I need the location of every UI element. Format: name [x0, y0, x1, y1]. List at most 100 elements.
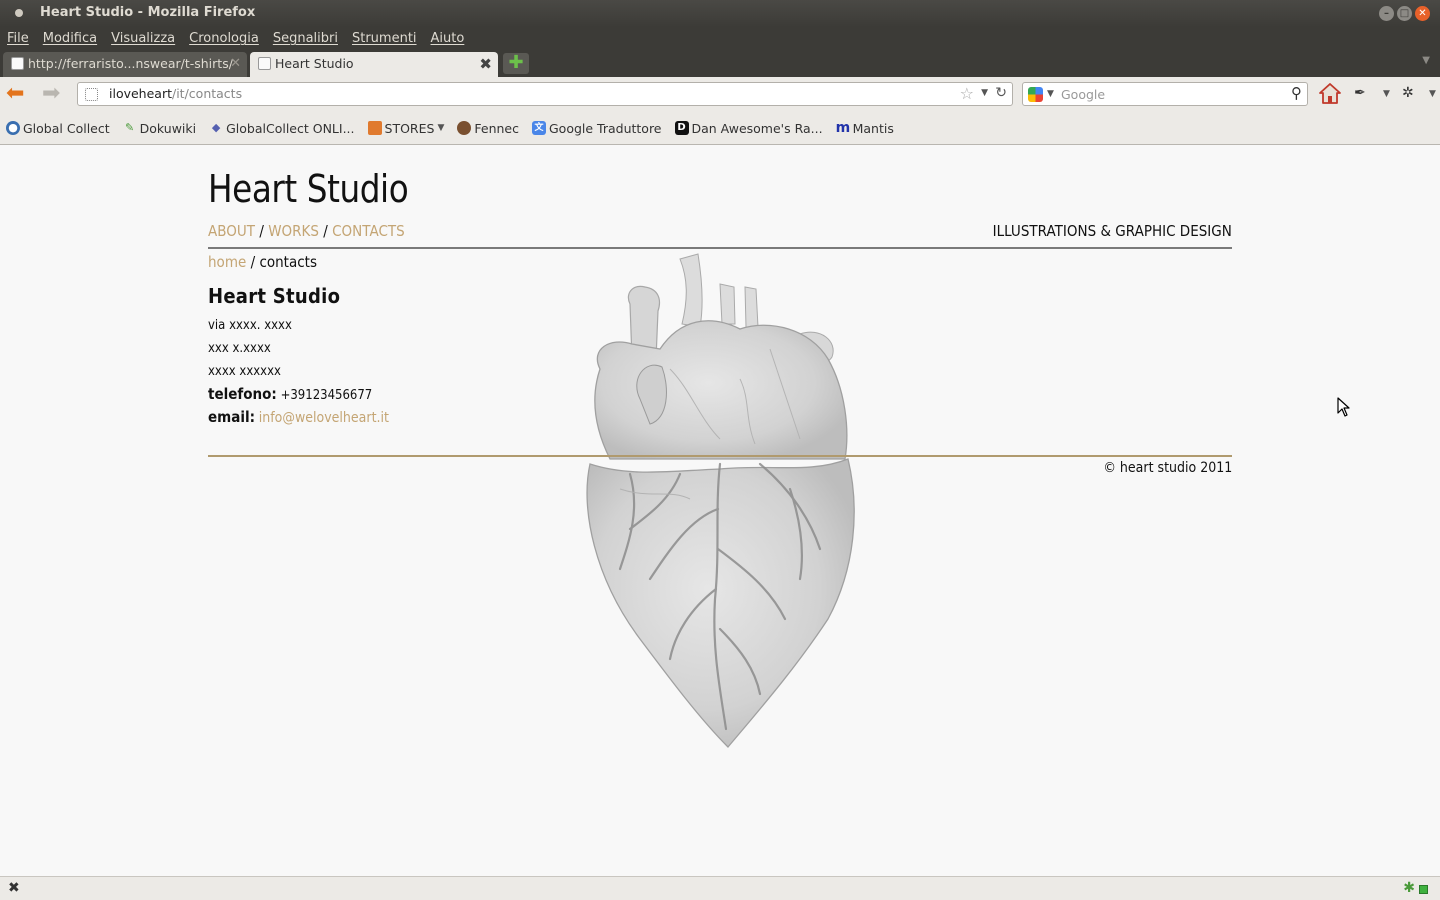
bookmark-fennec[interactable]: Fennec [457, 121, 519, 136]
mantis-icon: m [835, 120, 851, 136]
site-title[interactable]: Heart Studio [208, 167, 409, 211]
addon-tool-dropdown-icon[interactable]: ▼ [1383, 89, 1390, 99]
list-all-tabs-icon[interactable]: ▼ [1422, 55, 1430, 66]
menu-strumenti[interactable]: Strumenti [352, 31, 417, 46]
tab-bar: http://ferraristo...nswear/t-shirts/ ✕ H… [0, 50, 1440, 77]
bookmark-label: Dan Awesome's Ra... [691, 120, 823, 136]
bookmarks-toolbar: ● Global Collect ✎ Dokuwiki ◆ GlobalCollect… [0, 112, 1440, 145]
bookmark-global-collect[interactable]: ● Global Collect [6, 121, 110, 136]
tab-close-icon[interactable]: ✖ [479, 52, 492, 76]
page-favicon-icon [258, 57, 271, 70]
contact-address-line: xxxx xxxxxx [208, 364, 281, 379]
reload-icon[interactable]: ↻ [995, 85, 1007, 101]
addon-extension-dropdown-icon[interactable]: ▼ [1429, 89, 1436, 99]
breadcrumb-separator: / [250, 253, 256, 271]
tab-heart-studio[interactable]: Heart Studio ✖ [250, 52, 498, 77]
menu-cronologia[interactable]: Cronologia [189, 31, 259, 46]
google-engine-icon[interactable] [1028, 87, 1043, 102]
page-favicon-icon [11, 57, 24, 70]
tab-close-icon[interactable]: ✕ [230, 52, 241, 76]
navigation-toolbar: ⬅ ➡ iloveheart/it/contacts ☆ ▼ ↻ ▼ Googl… [0, 77, 1440, 112]
tab-label: http://ferraristo...nswear/t-shirts/ [28, 56, 233, 71]
bookmark-folder-stores[interactable]: STORES ▼ [367, 120, 444, 136]
menu-bar: File Modifica Visualizza Cronologia Segn… [0, 27, 1440, 50]
bookmark-label: GlobalCollect ONLI... [226, 120, 355, 136]
bookmark-label: Google Traduttore [548, 120, 662, 136]
url-text[interactable]: iloveheart/it/contacts [109, 86, 242, 101]
menu-modifica[interactable]: Modifica [43, 31, 97, 46]
status-indicator-icon[interactable] [1419, 885, 1428, 894]
bookmark-dan-awesome[interactable]: D Dan Awesome's Ra... [674, 120, 823, 136]
maximize-icon[interactable]: □ [1397, 6, 1412, 21]
history-dropdown-icon[interactable]: ▼ [981, 88, 988, 98]
tab-tshirts[interactable]: http://ferraristo...nswear/t-shirts/ ✕ [3, 52, 247, 77]
phone-value: +39123456677 [280, 388, 373, 403]
nav-contacts-link[interactable]: CONTACTS [332, 222, 405, 240]
email-label: email: [208, 408, 255, 426]
nav-works-link[interactable]: WORKS [268, 222, 319, 240]
menu-visualizza[interactable]: Visualizza [111, 31, 175, 46]
new-tab-button[interactable]: ✚ [503, 53, 529, 74]
anatomical-heart-illustration [586, 253, 855, 748]
search-bar[interactable]: ▼ Google ⚲ [1022, 82, 1308, 106]
contact-address-line: xxx x.xxxx [208, 341, 271, 356]
breadcrumb-current: contacts [259, 253, 317, 271]
phone-label: telefono: [208, 385, 277, 403]
back-arrow-icon[interactable]: ⬅ [6, 83, 24, 105]
contact-phone-line: telefono: +39123456677 [208, 383, 389, 406]
page-viewport: Heart Studio ABOUT / WORKS / CONTACTS IL… [0, 145, 1440, 876]
site-tagline: ILLUSTRATIONS & GRAPHIC DESIGN [992, 222, 1232, 240]
addon-extension-icon[interactable]: ✲ [1402, 85, 1414, 101]
url-host: iloveheart [109, 86, 172, 101]
bookmark-label: Dokuwiki [139, 120, 197, 136]
window-menu-icon[interactable] [15, 9, 23, 17]
minimize-icon[interactable]: – [1379, 6, 1394, 21]
status-bar: ✖ ✱ [0, 876, 1440, 900]
contact-studio-name: Heart Studio [208, 284, 341, 308]
header-divider [208, 247, 1232, 249]
close-addon-bar-icon[interactable]: ✖ [8, 880, 20, 896]
translate-icon: 文 [531, 121, 546, 135]
bookmark-star-icon[interactable]: ☆ [960, 84, 974, 103]
contact-address-line: via xxxx. xxxx [208, 318, 292, 333]
menu-segnalibri[interactable]: Segnalibri [273, 31, 338, 46]
bookmark-label: Fennec [474, 120, 519, 136]
nav-separator: / [259, 222, 264, 240]
close-window-icon[interactable]: ✕ [1415, 6, 1430, 21]
engine-dropdown-icon[interactable]: ▼ [1047, 89, 1054, 99]
window-title: Heart Studio - Mozilla Firefox [40, 5, 256, 20]
folder-icon [367, 121, 382, 135]
fox-icon [457, 121, 472, 135]
bookmark-label: STORES [384, 120, 435, 136]
bookmark-globalcollect-online[interactable]: ◆ GlobalCollect ONLI... [209, 120, 355, 136]
search-input[interactable]: Google [1061, 87, 1105, 102]
nav-separator: / [323, 222, 328, 240]
bookmark-google-traduttore[interactable]: 文 Google Traduttore [531, 120, 662, 136]
site-identity-icon[interactable] [85, 88, 98, 101]
window-titlebar: Heart Studio - Mozilla Firefox – □ ✕ [0, 0, 1440, 27]
contact-email-line: email: info@welovelheart.it [208, 406, 389, 429]
pencil-icon: ✎ [125, 121, 135, 134]
footer-divider [208, 455, 1232, 457]
bookmark-mantis[interactable]: m Mantis [836, 121, 894, 136]
home-icon[interactable] [1318, 82, 1342, 106]
breadcrumb-home-link[interactable]: home [208, 253, 246, 271]
diamond-icon: ◆ [211, 121, 221, 134]
url-bar[interactable]: iloveheart/it/contacts ☆ ▼ ↻ [77, 82, 1013, 106]
menu-file[interactable]: File [7, 31, 29, 46]
forward-arrow-icon[interactable]: ➡ [42, 83, 60, 105]
url-path: /it/contacts [172, 86, 243, 101]
window-controls: – □ ✕ [1379, 6, 1430, 21]
breadcrumb: home / contacts [208, 253, 317, 271]
search-magnifier-icon[interactable]: ⚲ [1291, 84, 1302, 102]
menu-aiuto[interactable]: Aiuto [431, 31, 465, 46]
firebug-icon[interactable]: ✱ [1403, 880, 1415, 896]
site-nav: ABOUT / WORKS / CONTACTS [208, 222, 405, 240]
nav-about-link[interactable]: ABOUT [208, 222, 255, 240]
bookmark-label: Mantis [852, 120, 894, 136]
bookmark-dokuwiki[interactable]: ✎ Dokuwiki [123, 121, 196, 136]
email-link[interactable]: info@welovelheart.it [259, 410, 389, 426]
bookmark-label: Global Collect [23, 120, 110, 136]
contact-block: Heart Studio via xxxx. xxxx xxx x.xxxx x… [208, 284, 409, 429]
addon-tool-icon[interactable]: ✒ [1354, 85, 1366, 101]
